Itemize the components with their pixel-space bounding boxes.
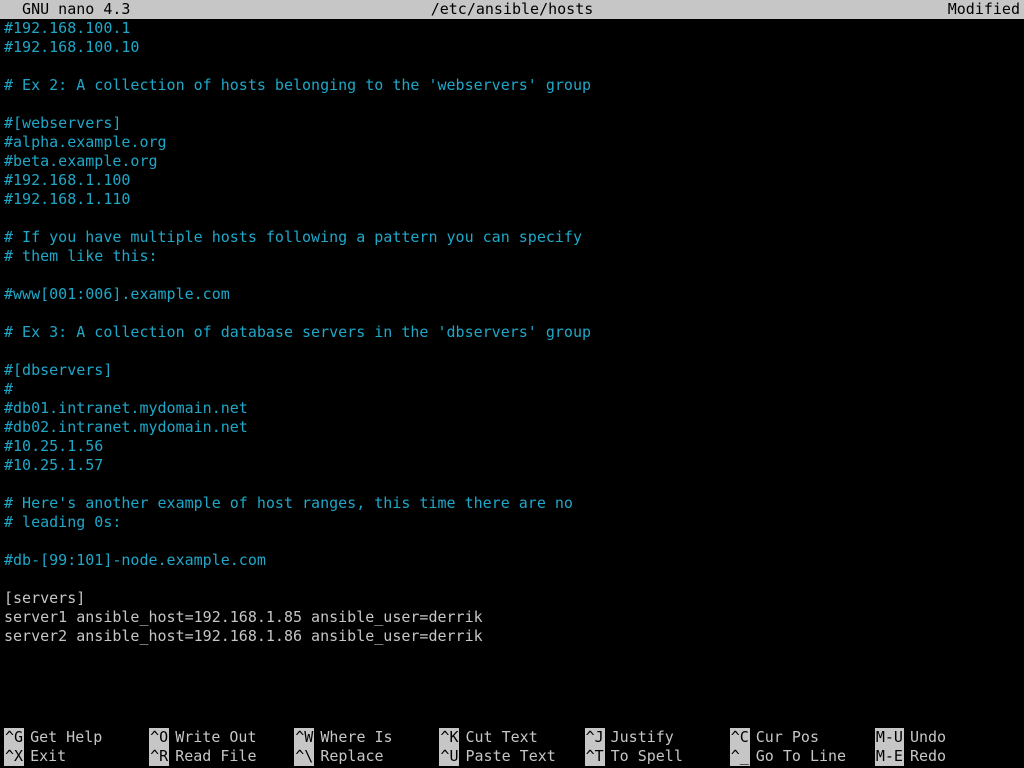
app-name: GNU nano 4.3 [4,0,130,19]
shortcut-key: ^X [4,747,24,766]
editor-line[interactable] [4,532,1020,551]
shortcut-label: Exit [30,747,66,766]
shortcut-item[interactable]: M-E Redo [875,747,1020,766]
shortcut-key: ^C [730,728,750,747]
title-bar: GNU nano 4.3 /etc/ansible/hosts Modified [0,0,1024,19]
shortcut-key: M-E [875,747,904,766]
shortcut-label: Paste Text [465,747,555,766]
shortcut-item[interactable]: ^W Where Is [294,728,439,747]
editor-line[interactable]: #192.168.1.110 [4,190,1020,209]
editor-line[interactable] [4,57,1020,76]
shortcut-label: Cur Pos [756,728,819,747]
shortcut-label: To Spell [611,747,683,766]
editor-line[interactable] [4,475,1020,494]
shortcut-item[interactable]: ^_ Go To Line [730,747,875,766]
status-flag: Modified [948,0,1020,19]
shortcut-label: Where Is [320,728,392,747]
editor-line[interactable]: # [4,380,1020,399]
editor-line[interactable]: # Here's another example of host ranges,… [4,494,1020,513]
shortcut-bar: ^G Get Help ^O Write Out ^W Where Is ^K Cut Tex… [0,728,1024,768]
editor-line[interactable]: #192.168.100.10 [4,38,1020,57]
shortcut-key: M-U [875,728,904,747]
shortcut-key: ^G [4,728,24,747]
shortcut-key: ^\ [294,747,314,766]
shortcut-key: ^R [149,747,169,766]
shortcut-key: ^U [439,747,459,766]
editor-line[interactable]: #192.168.1.100 [4,171,1020,190]
shortcut-key: ^W [294,728,314,747]
editor-line[interactable]: #[dbservers] [4,361,1020,380]
shortcut-item[interactable]: ^U Paste Text [439,747,584,766]
editor-line[interactable]: # leading 0s: [4,513,1020,532]
editor-line[interactable] [4,209,1020,228]
editor-line[interactable] [4,304,1020,323]
editor-line[interactable]: server1 ansible_host=192.168.1.85 ansibl… [4,608,1020,627]
shortcut-item[interactable]: ^R Read File [149,747,294,766]
nano-editor: GNU nano 4.3 /etc/ansible/hosts Modified… [0,0,1024,768]
shortcut-key: ^J [585,728,605,747]
editor-line[interactable]: #10.25.1.56 [4,437,1020,456]
editor-line[interactable]: [servers] [4,589,1020,608]
shortcut-item[interactable]: ^K Cut Text [439,728,584,747]
shortcut-label: Write Out [175,728,256,747]
shortcut-label: Cut Text [465,728,537,747]
shortcut-label: Go To Line [756,747,846,766]
file-path: /etc/ansible/hosts [0,0,1024,19]
shortcut-key: ^K [439,728,459,747]
editor-line[interactable]: # If you have multiple hosts following a… [4,228,1020,247]
shortcut-item[interactable]: M-U Undo [875,728,1020,747]
editor-line[interactable]: #[webservers] [4,114,1020,133]
shortcut-key: ^O [149,728,169,747]
editor-line[interactable]: #10.25.1.57 [4,456,1020,475]
editor-line[interactable]: #db01.intranet.mydomain.net [4,399,1020,418]
editor-line[interactable] [4,266,1020,285]
editor-line[interactable]: #beta.example.org [4,152,1020,171]
editor-line[interactable] [4,342,1020,361]
shortcut-item[interactable]: ^X Exit [4,747,149,766]
editor-line[interactable]: #db02.intranet.mydomain.net [4,418,1020,437]
shortcut-key: ^_ [730,747,750,766]
editor-line[interactable]: # Ex 2: A collection of hosts belonging … [4,76,1020,95]
editor-line[interactable] [4,95,1020,114]
editor-line[interactable]: #alpha.example.org [4,133,1020,152]
shortcut-item[interactable]: ^T To Spell [585,747,730,766]
shortcut-item[interactable]: ^J Justify [585,728,730,747]
editor-line[interactable]: #db-[99:101]-node.example.com [4,551,1020,570]
shortcut-key: ^T [585,747,605,766]
editor-content[interactable]: #192.168.100.1#192.168.100.10 # Ex 2: A … [0,19,1024,728]
shortcut-item[interactable]: ^G Get Help [4,728,149,747]
editor-line[interactable]: # them like this: [4,247,1020,266]
editor-line[interactable] [4,570,1020,589]
shortcut-label: Redo [910,747,946,766]
shortcut-label: Read File [175,747,256,766]
editor-line[interactable]: #www[001:006].example.com [4,285,1020,304]
shortcut-label: Justify [611,728,674,747]
shortcut-item[interactable]: ^\ Replace [294,747,439,766]
shortcut-label: Replace [320,747,383,766]
shortcut-label: Get Help [30,728,102,747]
shortcut-label: Undo [910,728,946,747]
editor-line[interactable]: # Ex 3: A collection of database servers… [4,323,1020,342]
editor-line[interactable]: #192.168.100.1 [4,19,1020,38]
shortcut-item[interactable]: ^O Write Out [149,728,294,747]
shortcut-item[interactable]: ^C Cur Pos [730,728,875,747]
editor-line[interactable]: server2 ansible_host=192.168.1.86 ansibl… [4,627,1020,646]
